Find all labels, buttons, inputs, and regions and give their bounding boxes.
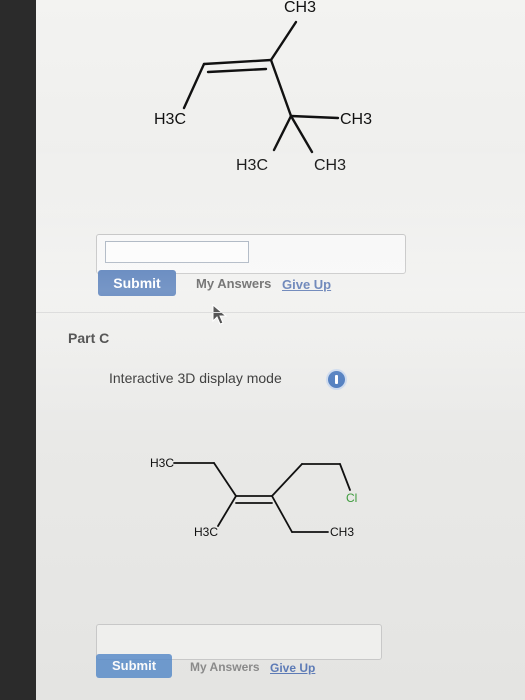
bond [182,62,206,110]
my-answers-link-a[interactable]: My Answers [196,276,271,291]
submit-button-a[interactable]: Submit [98,270,176,296]
top-ch3-label: CH3 [284,0,316,16]
bond [202,58,273,66]
info-icon[interactable] [328,371,345,388]
give-up-link-c[interactable]: Give Up [270,661,315,675]
part-a-section: CH3 H3C CH3 H3C CH3 Submit My Answers Gi… [36,0,525,325]
bottom-left-h3c-label: H3C [194,525,218,539]
left-h3c-label: H3C [154,111,186,128]
bond [289,114,340,120]
cl-label: Cl [346,491,357,505]
bond [339,463,351,491]
molecule-structure-c: H3C H3C CH3 Cl [150,456,357,539]
bond [217,495,237,527]
right-ch3-label: CH3 [340,111,372,128]
bottom-right-ch3-label: CH3 [314,157,346,174]
part-c-title: Part C [68,330,110,346]
molecule-structure-a: CH3 H3C CH3 H3C CH3 [154,0,372,174]
screen: CH3 H3C CH3 H3C CH3 Submit My Answers Gi… [36,0,525,700]
submit-button-c[interactable]: Submit [96,654,172,678]
section-divider [36,312,525,313]
bond [213,462,237,497]
bond [269,20,298,62]
bond [271,495,293,533]
bond [206,67,268,74]
bond [269,58,293,118]
bond [271,463,303,497]
mouse-cursor-icon [212,303,228,325]
right-ch3-label: CH3 [330,525,354,539]
give-up-link-a[interactable]: Give Up [282,277,331,292]
interactive-3d-mode-label[interactable]: Interactive 3D display mode [109,370,282,386]
top-left-h3c-label: H3C [150,456,174,470]
my-answers-link-c[interactable]: My Answers [190,660,260,674]
bond [289,114,314,154]
answer-box-a [96,234,406,274]
answer-input-a[interactable] [105,241,249,263]
bottom-left-h3c-label: H3C [236,157,268,174]
bond [272,114,293,152]
